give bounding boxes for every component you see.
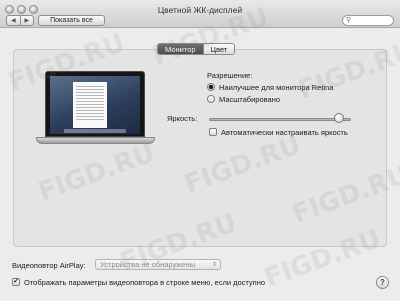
laptop-base (36, 137, 155, 144)
chevron-left-icon[interactable]: ◀ (7, 16, 20, 25)
radio-best-for-retina[interactable] (207, 83, 215, 91)
search-field[interactable]: ⚲ (342, 15, 394, 26)
radio-scaled[interactable] (207, 95, 215, 103)
show-mirroring-in-menu-bar-label[interactable]: Отображать параметры видеоповтора в стро… (24, 278, 265, 287)
brightness-slider-track[interactable] (209, 118, 351, 121)
tab-monitor[interactable]: Монитор (158, 44, 203, 54)
popup-arrows-icon: ⇕ (211, 262, 217, 268)
brightness-label: Яркость: (167, 114, 198, 123)
display-preferences-window: Цветной ЖК-дисплей ◀ ▶ Показать все ⚲ Мо… (0, 0, 400, 301)
radio-best-for-retina-label[interactable]: Наилучшее для монитора Retina (219, 83, 333, 92)
show-mirroring-in-menu-bar-checkbox[interactable]: ✓ (12, 278, 20, 286)
auto-brightness-label[interactable]: Автоматически настраивать яркость (221, 128, 348, 137)
resolution-label: Разрешение: (207, 71, 253, 80)
laptop-lid (45, 71, 145, 137)
airplay-popup-value: Устройства не обнаружены (100, 260, 196, 269)
airplay-label: Видеоповтор AirPlay: (12, 261, 86, 270)
radio-scaled-label[interactable]: Масштабировано (219, 95, 280, 104)
laptop-screen (50, 76, 140, 134)
airplay-popup[interactable]: Устройства не обнаружены ⇕ (95, 259, 221, 270)
chevron-right-icon[interactable]: ▶ (19, 16, 34, 25)
help-button[interactable]: ? (376, 276, 389, 289)
tab-bar: Монитор Цвет (157, 43, 236, 55)
tab-color[interactable]: Цвет (202, 44, 235, 54)
screen-document (73, 82, 107, 128)
back-forward-control: ◀ ▶ (6, 15, 34, 26)
show-all-button[interactable]: Показать все (38, 15, 105, 26)
macbook-pro-illustration (36, 71, 155, 147)
title-bar: Цветной ЖК-дисплей ◀ ▶ Показать все ⚲ (0, 0, 400, 28)
auto-brightness-checkbox[interactable] (209, 128, 217, 136)
screen-dock (64, 129, 126, 133)
window-title: Цветной ЖК-дисплей (157, 5, 243, 15)
search-icon: ⚲ (346, 17, 352, 24)
